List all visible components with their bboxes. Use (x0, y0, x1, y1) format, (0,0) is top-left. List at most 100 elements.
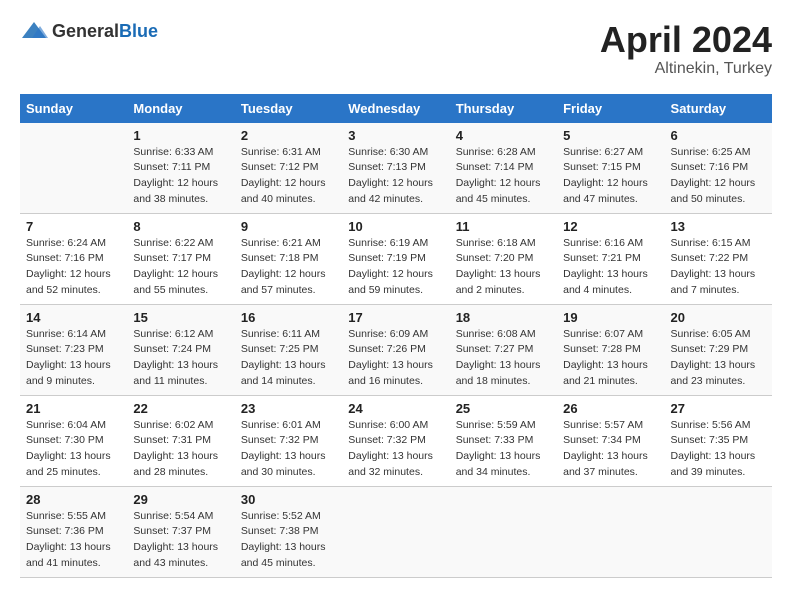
day-number: 18 (456, 310, 551, 325)
day-info: Sunrise: 6:25 AM Sunset: 7:16 PM Dayligh… (671, 145, 766, 208)
calendar-cell (557, 486, 664, 577)
calendar-week-2: 7 Sunrise: 6:24 AM Sunset: 7:16 PM Daylig… (20, 213, 772, 304)
day-info: Sunrise: 6:33 AM Sunset: 7:11 PM Dayligh… (133, 145, 228, 208)
day-number: 9 (241, 219, 336, 234)
day-info: Sunrise: 6:22 AM Sunset: 7:17 PM Dayligh… (133, 236, 228, 299)
calendar-cell: 26 Sunrise: 5:57 AM Sunset: 7:34 PM Dayli… (557, 395, 664, 486)
day-number: 13 (671, 219, 766, 234)
main-title: April 2024 (600, 20, 772, 60)
day-info: Sunrise: 5:56 AM Sunset: 7:35 PM Dayligh… (671, 418, 766, 481)
day-info: Sunrise: 6:15 AM Sunset: 7:22 PM Dayligh… (671, 236, 766, 299)
calendar-cell (20, 123, 127, 214)
calendar-cell: 14 Sunrise: 6:14 AM Sunset: 7:23 PM Dayli… (20, 304, 127, 395)
calendar-cell: 3Sunrise: 6:30 AM Sunset: 7:13 PM Daylig… (342, 123, 449, 214)
day-number: 21 (26, 401, 121, 416)
day-number: 10 (348, 219, 443, 234)
day-number: 3 (348, 128, 443, 143)
day-number: 22 (133, 401, 228, 416)
day-info: Sunrise: 6:01 AM Sunset: 7:32 PM Dayligh… (241, 418, 336, 481)
day-number: 26 (563, 401, 658, 416)
day-info: Sunrise: 6:24 AM Sunset: 7:16 PM Dayligh… (26, 236, 121, 299)
calendar-cell: 18 Sunrise: 6:08 AM Sunset: 7:27 PM Dayli… (450, 304, 557, 395)
calendar-cell: 30 Sunrise: 5:52 AM Sunset: 7:38 PM Dayli… (235, 486, 342, 577)
day-number: 14 (26, 310, 121, 325)
calendar-cell: 16Sunrise: 6:11 AM Sunset: 7:25 PM Dayli… (235, 304, 342, 395)
calendar-cell: 12Sunrise: 6:16 AM Sunset: 7:21 PM Dayli… (557, 213, 664, 304)
header-day-wednesday: Wednesday (342, 94, 449, 123)
day-info: Sunrise: 6:07 AM Sunset: 7:28 PM Dayligh… (563, 327, 658, 390)
header-day-monday: Monday (127, 94, 234, 123)
logo-blue: Blue (119, 21, 158, 41)
day-number: 25 (456, 401, 551, 416)
calendar-cell: 10 Sunrise: 6:19 AM Sunset: 7:19 PM Dayli… (342, 213, 449, 304)
day-info: Sunrise: 6:05 AM Sunset: 7:29 PM Dayligh… (671, 327, 766, 390)
calendar-cell: 19 Sunrise: 6:07 AM Sunset: 7:28 PM Dayli… (557, 304, 664, 395)
day-info: Sunrise: 5:55 AM Sunset: 7:36 PM Dayligh… (26, 509, 121, 572)
header-day-saturday: Saturday (665, 94, 772, 123)
calendar-cell: 9 Sunrise: 6:21 AM Sunset: 7:18 PM Daylig… (235, 213, 342, 304)
day-info: Sunrise: 6:14 AM Sunset: 7:23 PM Dayligh… (26, 327, 121, 390)
day-info: Sunrise: 5:57 AM Sunset: 7:34 PM Dayligh… (563, 418, 658, 481)
calendar-cell: 22Sunrise: 6:02 AM Sunset: 7:31 PM Dayli… (127, 395, 234, 486)
day-number: 1 (133, 128, 228, 143)
day-number: 20 (671, 310, 766, 325)
calendar-cell: 11 Sunrise: 6:18 AM Sunset: 7:20 PM Dayli… (450, 213, 557, 304)
calendar-cell: 8Sunrise: 6:22 AM Sunset: 7:17 PM Daylig… (127, 213, 234, 304)
day-number: 11 (456, 219, 551, 234)
calendar-cell: 23 Sunrise: 6:01 AM Sunset: 7:32 PM Dayli… (235, 395, 342, 486)
calendar-cell: 25 Sunrise: 5:59 AM Sunset: 7:33 PM Dayli… (450, 395, 557, 486)
day-info: Sunrise: 5:54 AM Sunset: 7:37 PM Dayligh… (133, 509, 228, 572)
calendar-cell: 13 Sunrise: 6:15 AM Sunset: 7:22 PM Dayli… (665, 213, 772, 304)
day-info: Sunrise: 6:04 AM Sunset: 7:30 PM Dayligh… (26, 418, 121, 481)
day-number: 23 (241, 401, 336, 416)
header-day-friday: Friday (557, 94, 664, 123)
day-number: 12 (563, 219, 658, 234)
day-number: 6 (671, 128, 766, 143)
calendar-week-4: 21 Sunrise: 6:04 AM Sunset: 7:30 PM Dayli… (20, 395, 772, 486)
calendar-week-3: 14 Sunrise: 6:14 AM Sunset: 7:23 PM Dayli… (20, 304, 772, 395)
calendar-cell (342, 486, 449, 577)
day-info: Sunrise: 6:19 AM Sunset: 7:19 PM Dayligh… (348, 236, 443, 299)
day-info: Sunrise: 6:00 AM Sunset: 7:32 PM Dayligh… (348, 418, 443, 481)
day-info: Sunrise: 6:09 AM Sunset: 7:26 PM Dayligh… (348, 327, 443, 390)
calendar-cell: 17 Sunrise: 6:09 AM Sunset: 7:26 PM Dayli… (342, 304, 449, 395)
calendar-cell: 21 Sunrise: 6:04 AM Sunset: 7:30 PM Dayli… (20, 395, 127, 486)
day-number: 27 (671, 401, 766, 416)
calendar-cell: 15 Sunrise: 6:12 AM Sunset: 7:24 PM Dayli… (127, 304, 234, 395)
day-info: Sunrise: 6:08 AM Sunset: 7:27 PM Dayligh… (456, 327, 551, 390)
day-number: 5 (563, 128, 658, 143)
day-info: Sunrise: 6:28 AM Sunset: 7:14 PM Dayligh… (456, 145, 551, 208)
day-info: Sunrise: 5:52 AM Sunset: 7:38 PM Dayligh… (241, 509, 336, 572)
calendar-cell: 20 Sunrise: 6:05 AM Sunset: 7:29 PM Dayli… (665, 304, 772, 395)
day-number: 19 (563, 310, 658, 325)
day-info: Sunrise: 6:11 AM Sunset: 7:25 PM Dayligh… (241, 327, 336, 390)
calendar-cell: 7 Sunrise: 6:24 AM Sunset: 7:16 PM Daylig… (20, 213, 127, 304)
day-info: Sunrise: 6:12 AM Sunset: 7:24 PM Dayligh… (133, 327, 228, 390)
subtitle: Altinekin, Turkey (600, 60, 772, 78)
day-number: 24 (348, 401, 443, 416)
page-header: GeneralBlue April 2024 Altinekin, Turkey (20, 20, 772, 78)
day-number: 7 (26, 219, 121, 234)
calendar-cell (450, 486, 557, 577)
header-day-thursday: Thursday (450, 94, 557, 123)
day-number: 28 (26, 492, 121, 507)
day-info: Sunrise: 6:18 AM Sunset: 7:20 PM Dayligh… (456, 236, 551, 299)
logo-general: General (52, 21, 119, 41)
calendar-week-5: 28 Sunrise: 5:55 AM Sunset: 7:36 PM Dayli… (20, 486, 772, 577)
day-number: 30 (241, 492, 336, 507)
day-number: 17 (348, 310, 443, 325)
day-info: Sunrise: 6:21 AM Sunset: 7:18 PM Dayligh… (241, 236, 336, 299)
header-day-tuesday: Tuesday (235, 94, 342, 123)
day-number: 4 (456, 128, 551, 143)
calendar-cell: 29Sunrise: 5:54 AM Sunset: 7:37 PM Dayli… (127, 486, 234, 577)
day-number: 2 (241, 128, 336, 143)
day-info: Sunrise: 5:59 AM Sunset: 7:33 PM Dayligh… (456, 418, 551, 481)
calendar-cell: 5Sunrise: 6:27 AM Sunset: 7:15 PM Daylig… (557, 123, 664, 214)
calendar-cell: 28 Sunrise: 5:55 AM Sunset: 7:36 PM Dayli… (20, 486, 127, 577)
calendar-body: 1 Sunrise: 6:33 AM Sunset: 7:11 PM Daylig… (20, 123, 772, 578)
calendar-week-1: 1 Sunrise: 6:33 AM Sunset: 7:11 PM Daylig… (20, 123, 772, 214)
calendar-cell: 27 Sunrise: 5:56 AM Sunset: 7:35 PM Dayli… (665, 395, 772, 486)
calendar-header: SundayMondayTuesdayWednesdayThursdayFrid… (20, 94, 772, 123)
calendar-cell: 6 Sunrise: 6:25 AM Sunset: 7:16 PM Daylig… (665, 123, 772, 214)
day-number: 15 (133, 310, 228, 325)
